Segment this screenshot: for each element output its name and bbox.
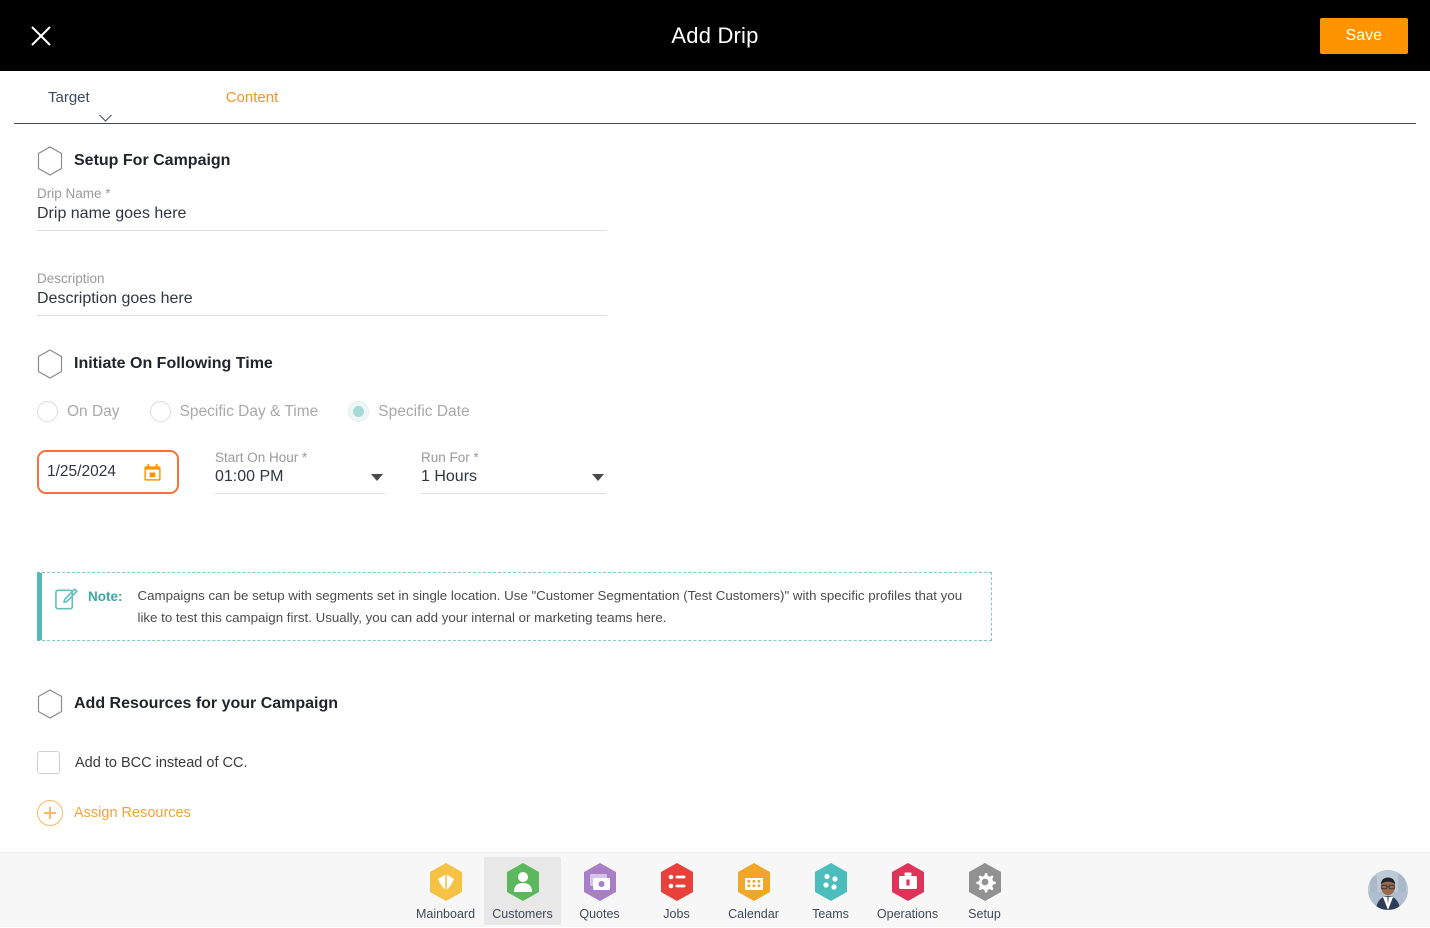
radio-on-day[interactable]: On Day [37, 401, 120, 422]
description-input[interactable] [37, 290, 607, 308]
teams-icon [811, 861, 851, 904]
plus-circle-icon [37, 800, 63, 826]
page-title: Add Drip [0, 23, 1430, 49]
drip-name-input[interactable] [37, 205, 607, 223]
radio-circle-icon [150, 401, 171, 422]
quotes-icon [580, 861, 620, 904]
save-button[interactable]: Save [1320, 18, 1408, 54]
nav-item-jobs[interactable]: Jobs [638, 857, 715, 925]
nav-label-teams: Teams [812, 907, 849, 921]
nav-item-calendar[interactable]: Calendar [715, 857, 792, 925]
setup-gear-icon [965, 861, 1005, 904]
nav-label-calendar: Calendar [728, 907, 779, 921]
bcc-checkbox[interactable] [37, 751, 60, 774]
radio-specific-date[interactable]: Specific Date [348, 401, 469, 422]
radio-specific-day-time-label: Specific Day & Time [180, 403, 319, 421]
calendar-icon [734, 861, 774, 904]
nav-item-teams[interactable]: Teams [792, 857, 869, 925]
nav-label-mainboard: Mainboard [416, 907, 475, 921]
main-content: Setup For Campaign Drip Name * Descripti… [0, 124, 1430, 899]
tab-content[interactable]: Content [226, 89, 315, 106]
jobs-icon [657, 861, 697, 904]
initiate-section-title: Initiate On Following Time [74, 355, 273, 373]
resources-section-title: Add Resources for your Campaign [74, 695, 338, 713]
description-field-wrap: Description [37, 271, 607, 316]
nav-item-quotes[interactable]: Quotes [561, 857, 638, 925]
assign-resources-label: Assign Resources [74, 805, 191, 821]
description-label: Description [37, 271, 607, 286]
setup-section-title: Setup For Campaign [74, 152, 230, 170]
start-on-hour-select[interactable]: Start On Hour * 01:00 PM [215, 450, 385, 494]
user-avatar[interactable] [1368, 870, 1408, 910]
drip-name-label: Drip Name * [37, 186, 607, 201]
mainboard-icon [426, 861, 466, 904]
assign-resources-button[interactable]: Assign Resources [37, 800, 338, 826]
hexagon-icon [37, 146, 63, 176]
setup-section-header: Setup For Campaign [37, 146, 607, 176]
schedule-type-radio-group: On Day Specific Day & Time Specific Date [37, 401, 606, 422]
avatar-image [1368, 870, 1408, 910]
nav-label-operations: Operations [877, 907, 938, 921]
nav-label-quotes: Quotes [579, 907, 619, 921]
specific-date-input[interactable] [45, 462, 143, 482]
schedule-inputs-row: Start On Hour * 01:00 PM Run For * 1 Hou… [37, 450, 606, 494]
run-for-label: Run For * [421, 450, 606, 465]
radio-circle-selected-icon [348, 401, 369, 422]
hexagon-icon [37, 349, 63, 379]
hexagon-icon [37, 689, 63, 719]
resources-section: Add Resources for your Campaign Add to B… [37, 689, 338, 826]
run-for-value: 1 Hours [421, 468, 477, 486]
title-bar: Add Drip Save [0, 0, 1430, 71]
nav-label-customers: Customers [492, 907, 552, 921]
chevron-down-icon[interactable] [371, 474, 383, 481]
radio-on-day-label: On Day [67, 403, 120, 421]
radio-specific-day-time[interactable]: Specific Day & Time [150, 401, 319, 422]
customers-icon [503, 861, 543, 904]
nav-label-setup: Setup [968, 907, 1001, 921]
initiate-section: Initiate On Following Time On Day Specif… [37, 349, 606, 494]
nav-item-customers[interactable]: Customers [484, 857, 561, 925]
setup-section: Setup For Campaign Drip Name * Descripti… [37, 146, 607, 316]
tab-bar: Target Content [0, 71, 1430, 124]
bcc-checkbox-label: Add to BCC instead of CC. [75, 755, 247, 771]
radio-circle-icon [37, 401, 58, 422]
nav-item-operations[interactable]: Operations [869, 857, 946, 925]
note-edit-icon [54, 587, 79, 612]
start-on-hour-value: 01:00 PM [215, 468, 283, 486]
note-callout: Note: Campaigns can be setup with segmen… [37, 572, 992, 641]
tab-target[interactable]: Target [48, 89, 126, 106]
specific-date-field[interactable] [37, 450, 179, 494]
bottom-navigation-bar: Mainboard Customers Quotes [0, 852, 1430, 927]
nav-item-setup[interactable]: Setup [946, 857, 1023, 925]
start-on-hour-label: Start On Hour * [215, 450, 385, 465]
note-label: Note: [88, 589, 123, 604]
note-text: Campaigns can be setup with segments set… [138, 585, 978, 628]
drip-name-field-wrap: Drip Name * [37, 186, 607, 231]
initiate-section-header: Initiate On Following Time [37, 349, 606, 379]
run-for-select[interactable]: Run For * 1 Hours [421, 450, 606, 494]
resources-section-header: Add Resources for your Campaign [37, 689, 338, 719]
bcc-checkbox-row[interactable]: Add to BCC instead of CC. [37, 751, 338, 774]
radio-specific-date-label: Specific Date [378, 403, 469, 421]
chevron-down-icon[interactable] [592, 474, 604, 481]
calendar-icon[interactable] [143, 463, 162, 482]
nav-label-jobs: Jobs [663, 907, 689, 921]
operations-icon [888, 861, 928, 904]
nav-item-mainboard[interactable]: Mainboard [407, 857, 484, 925]
